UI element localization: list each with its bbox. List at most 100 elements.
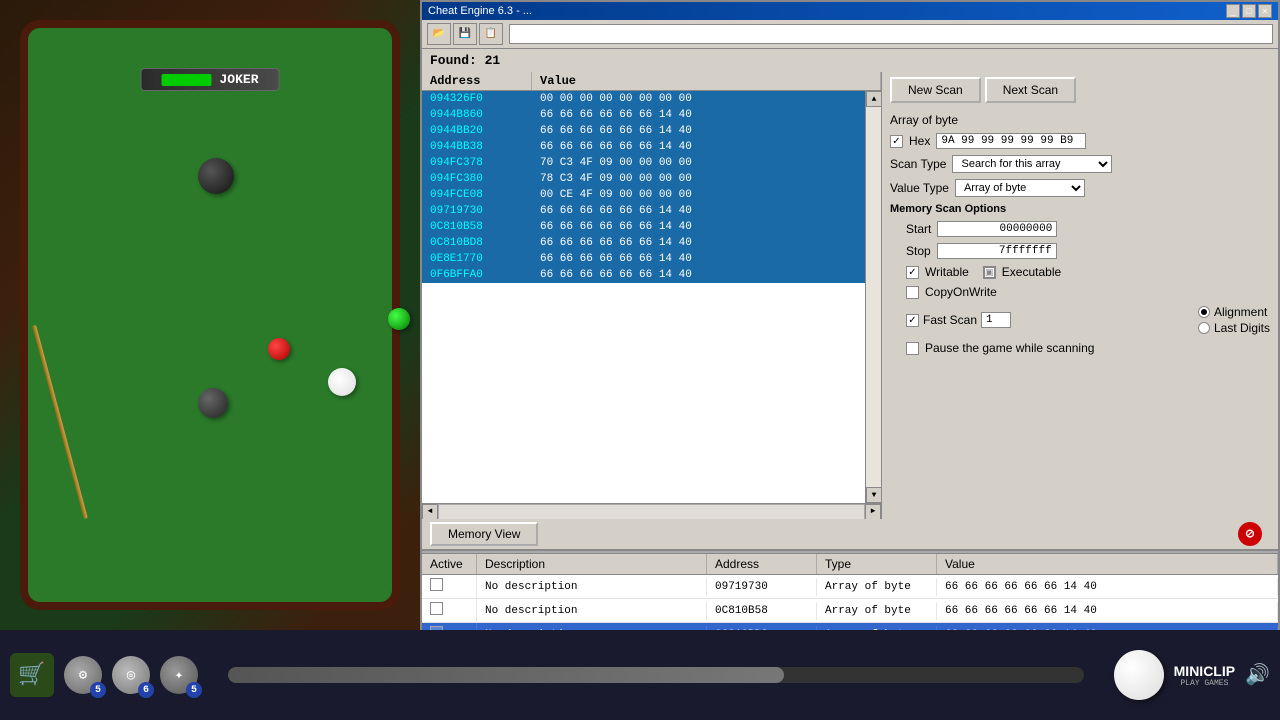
scroll-down-btn[interactable]: ▼ — [866, 487, 882, 503]
toolbar: 📂 💾 📋 — [422, 20, 1278, 49]
horizontal-scrollbar[interactable]: ◄ ► — [422, 503, 881, 519]
fast-scan-checkbox[interactable] — [906, 314, 919, 327]
table-row[interactable]: 094FC380 78 C3 4F 09 00 00 00 00 — [422, 171, 865, 187]
shop-button[interactable]: 🛒 — [10, 653, 54, 697]
value-cell: 70 C3 4F 09 00 00 00 00 — [532, 156, 865, 170]
address-cell: 0F6BFFA0 — [422, 268, 532, 282]
fast-scan-label: Fast Scan — [923, 313, 977, 327]
hscroll-right-btn[interactable]: ► — [865, 504, 881, 520]
tool-icon-1[interactable]: ⚙ 5 — [64, 656, 102, 694]
col-header-value[interactable]: Value — [937, 554, 1278, 574]
address-cell: 0C810B58 — [422, 220, 532, 234]
ball-red — [268, 338, 290, 360]
address-cell: 0C810BD8 — [422, 236, 532, 250]
found-label: Found: — [430, 53, 477, 68]
toolbar-save-btn[interactable]: 💾 — [453, 23, 477, 45]
new-scan-button[interactable]: New Scan — [890, 77, 981, 103]
fast-scan-input[interactable] — [981, 312, 1011, 328]
stop-scan-button[interactable]: ⊘ — [1238, 522, 1262, 546]
tool-icon-2[interactable]: ◎ 6 — [112, 656, 150, 694]
hex-input[interactable] — [936, 133, 1086, 149]
title-input[interactable] — [509, 24, 1273, 44]
joker-label: JOKER — [219, 72, 258, 87]
table-row[interactable]: 09719730 66 66 66 66 66 66 14 40 — [422, 203, 865, 219]
executable-checkbox[interactable]: ▣ — [983, 266, 996, 279]
address-cell: 0C810B58 — [707, 602, 817, 620]
stop-input[interactable] — [937, 243, 1057, 259]
table-row[interactable]: 0944B860 66 66 66 66 66 66 14 40 — [422, 107, 865, 123]
progress-bar — [228, 667, 784, 683]
next-scan-button[interactable]: Next Scan — [985, 77, 1076, 103]
radio-group: Alignment Last Digits — [1198, 305, 1270, 335]
table-row[interactable]: 094326F0 00 00 00 00 00 00 00 00 — [422, 91, 865, 107]
minimize-button[interactable]: _ — [1226, 4, 1240, 18]
col-header-description[interactable]: Description — [477, 554, 707, 574]
scroll-up-btn[interactable]: ▲ — [866, 91, 882, 107]
address-cell: 09719730 — [707, 578, 817, 596]
start-input[interactable] — [937, 221, 1057, 237]
scan-type-select[interactable]: Search for this array — [952, 155, 1112, 173]
address-list-scrollbar[interactable]: ▲ ▼ — [865, 91, 881, 503]
miniclip-sublabel: PLAY GAMES — [1180, 679, 1228, 688]
copy-on-write-checkbox[interactable] — [906, 286, 919, 299]
active-cell[interactable] — [422, 599, 477, 622]
pause-game-label: Pause the game while scanning — [925, 341, 1094, 355]
table-row[interactable]: 0944BB20 66 66 66 66 66 66 14 40 — [422, 123, 865, 139]
table-row[interactable]: 0C810BD8 66 66 66 66 66 66 14 40 — [422, 235, 865, 251]
memory-view-button[interactable]: Memory View — [430, 522, 538, 546]
ball-cue — [328, 368, 356, 396]
pause-game-row: Pause the game while scanning — [890, 341, 1270, 355]
table-row[interactable]: 094FC378 70 C3 4F 09 00 00 00 00 — [422, 155, 865, 171]
address-list-header: Address Value — [422, 72, 881, 91]
table-row[interactable]: 0C810B58 66 66 66 66 66 66 14 40 — [422, 219, 865, 235]
value-type-select[interactable]: Array of byte — [955, 179, 1085, 197]
cheat-table-row[interactable]: No description 0C810B58 Array of byte 66… — [422, 599, 1278, 623]
value-type-label: Value Type — [890, 181, 949, 195]
found-bar: Found: 21 — [422, 49, 1278, 72]
address-list[interactable]: 094326F0 00 00 00 00 00 00 00 00 0944B86… — [422, 91, 865, 503]
value-cell: 66 66 66 66 66 66 14 40 — [532, 124, 865, 138]
tool-badge-1: 5 — [90, 682, 106, 698]
value-cell: 66 66 66 66 66 66 14 40 — [532, 268, 865, 282]
executable-label: Executable — [1002, 265, 1061, 279]
col-header-value: Value — [532, 72, 881, 90]
value-cell: 66 66 66 66 66 66 14 40 — [532, 108, 865, 122]
writable-checkbox[interactable] — [906, 266, 919, 279]
content-area: Address Value 094326F0 00 00 00 00 00 00… — [422, 72, 1278, 519]
alignment-radio[interactable] — [1198, 306, 1210, 318]
table-row[interactable]: 0944BB38 66 66 66 66 66 66 14 40 — [422, 139, 865, 155]
toolbar-save2-btn[interactable]: 📋 — [479, 23, 503, 45]
game-area: JOKER — [0, 0, 420, 630]
table-row[interactable]: 094FCE08 00 CE 4F 09 00 00 00 00 — [422, 187, 865, 203]
address-cell: 094FCE08 — [422, 188, 532, 202]
toolbar-open-btn[interactable]: 📂 — [427, 23, 451, 45]
col-header-type[interactable]: Type — [817, 554, 937, 574]
address-cell: 0944BB38 — [422, 140, 532, 154]
volume-icon[interactable]: 🔊 — [1245, 662, 1270, 688]
pause-game-checkbox[interactable] — [906, 342, 919, 355]
scroll-track[interactable] — [866, 107, 881, 487]
col-header-address[interactable]: Address — [707, 554, 817, 574]
cheat-table-row[interactable]: No description 09719730 Array of byte 66… — [422, 575, 1278, 599]
type-cell: Array of byte — [817, 578, 937, 596]
value-cell: 66 66 66 66 66 66 14 40 — [937, 578, 1278, 596]
description-cell: No description — [477, 602, 707, 620]
tool-icon-3[interactable]: ✦ 5 — [160, 656, 198, 694]
value-cell: 66 66 66 66 66 66 14 40 — [937, 602, 1278, 620]
hex-checkbox[interactable] — [890, 135, 903, 148]
maximize-button[interactable]: □ — [1242, 4, 1256, 18]
value-cell: 00 CE 4F 09 00 00 00 00 — [532, 188, 865, 202]
value-cell: 78 C3 4F 09 00 00 00 00 — [532, 172, 865, 186]
stop-row: Stop — [890, 243, 1270, 259]
active-cell[interactable] — [422, 575, 477, 598]
table-row[interactable]: 0F6BFFA0 66 66 66 66 66 66 14 40 — [422, 267, 865, 283]
hscroll-thumb[interactable] — [438, 504, 865, 520]
last-digits-label: Last Digits — [1214, 321, 1270, 335]
close-button[interactable]: × — [1258, 4, 1272, 18]
table-row[interactable]: 0E8E1770 66 66 66 66 66 66 14 40 — [422, 251, 865, 267]
ball-black2 — [198, 388, 228, 418]
scan-options: New Scan Next Scan Array of byte Hex Sca… — [882, 72, 1278, 519]
hscroll-left-btn[interactable]: ◄ — [422, 504, 438, 520]
last-digits-radio[interactable] — [1198, 322, 1210, 334]
col-header-active[interactable]: Active — [422, 554, 477, 574]
